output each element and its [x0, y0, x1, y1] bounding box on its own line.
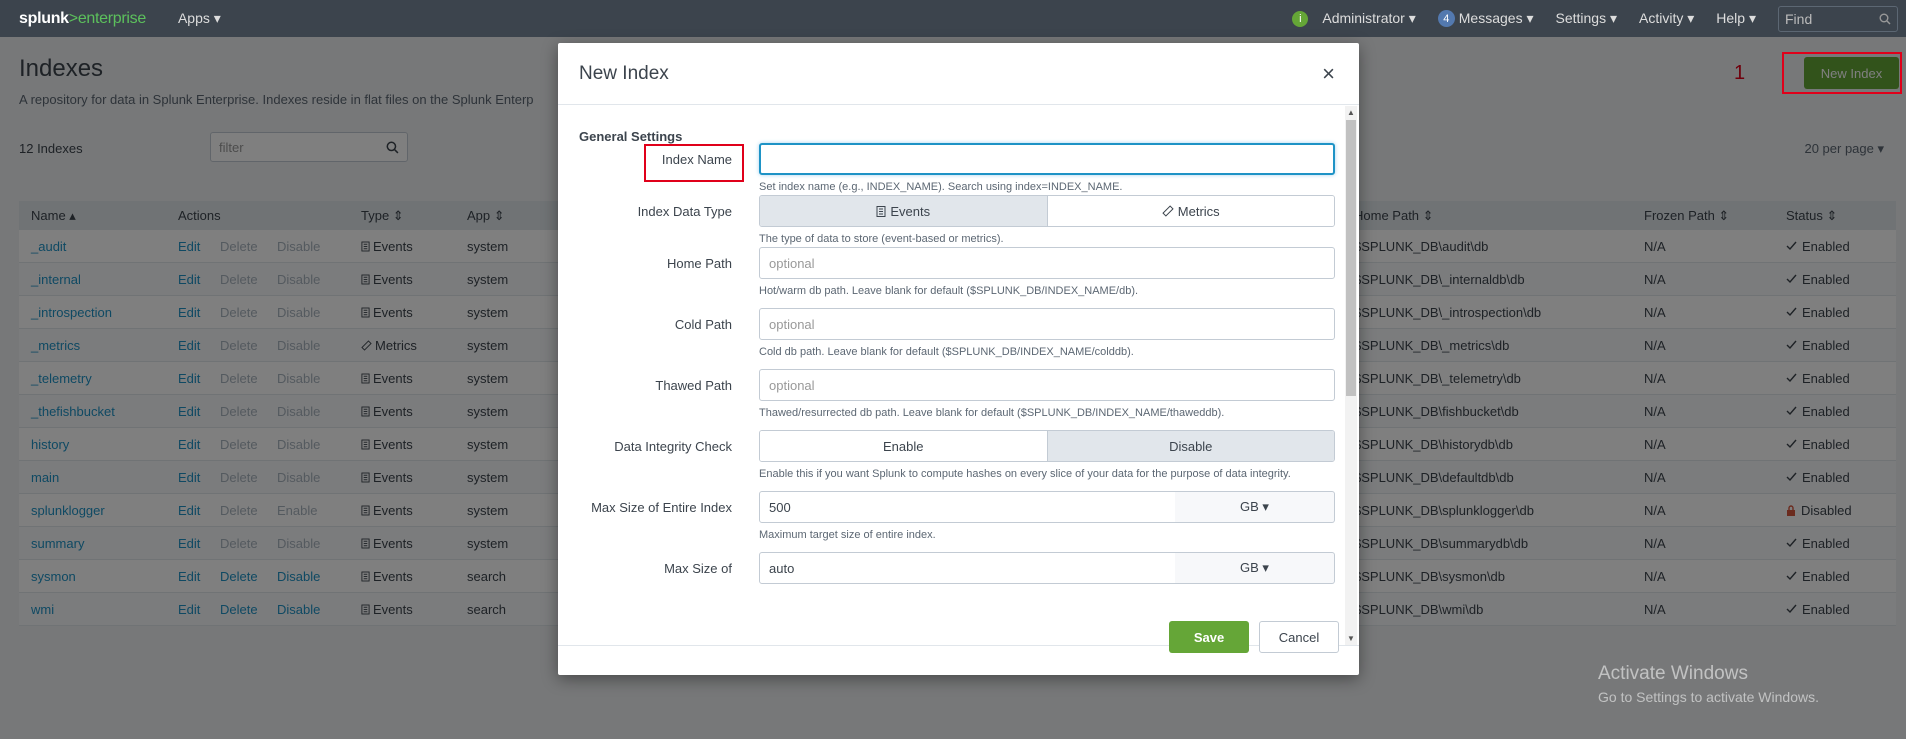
- save-button[interactable]: Save: [1169, 621, 1249, 653]
- dialog-body: General Settings Index Name Set index na…: [558, 106, 1359, 645]
- thawed-path-help: Thawed/resurrected db path. Leave blank …: [759, 407, 1225, 419]
- close-icon[interactable]: ×: [1322, 61, 1335, 87]
- scroll-down-icon[interactable]: ▼: [1347, 634, 1355, 643]
- annotation-highlight-new-index: [1782, 52, 1902, 94]
- max-size-help: Maximum target size of entire index.: [759, 529, 936, 541]
- help-menu[interactable]: Help ▾: [1716, 10, 1756, 27]
- document-icon: [876, 205, 886, 217]
- max-bucket-size-label: Max Size of: [664, 561, 732, 576]
- ruler-icon: [1162, 205, 1174, 217]
- data-type-help: The type of data to store (event-based o…: [759, 233, 1004, 245]
- dialog-header: New Index ×: [558, 43, 1359, 105]
- cold-path-input[interactable]: optional: [759, 308, 1335, 340]
- max-size-label: Max Size of Entire Index: [591, 500, 732, 515]
- index-name-help: Set index name (e.g., INDEX_NAME). Searc…: [759, 181, 1123, 193]
- home-path-input[interactable]: optional: [759, 247, 1335, 279]
- cold-path-help: Cold db path. Leave blank for default ($…: [759, 346, 1134, 358]
- search-icon: [1879, 13, 1891, 24]
- data-type-metrics-option[interactable]: Metrics: [1047, 196, 1334, 226]
- section-title: General Settings: [579, 129, 683, 144]
- events-label: Events: [890, 203, 931, 219]
- settings-menu[interactable]: Settings ▾: [1556, 10, 1618, 27]
- brand-product: enterprise: [77, 9, 146, 27]
- integrity-disable-option[interactable]: Disable: [1047, 431, 1334, 461]
- max-bucket-size-input[interactable]: auto: [759, 552, 1176, 584]
- max-size-input[interactable]: 500: [759, 491, 1176, 523]
- cancel-button[interactable]: Cancel: [1259, 621, 1339, 653]
- info-icon: i: [1292, 10, 1309, 27]
- messages-count-badge: 4: [1437, 10, 1455, 27]
- messages-menu[interactable]: 4 Messages ▾: [1437, 10, 1534, 27]
- integrity-enable-option[interactable]: Enable: [760, 431, 1048, 461]
- thawed-path-label: Thawed Path: [655, 378, 732, 393]
- scroll-up-icon[interactable]: ▲: [1347, 108, 1355, 117]
- thawed-path-input[interactable]: optional: [759, 369, 1335, 401]
- integrity-label: Data Integrity Check: [614, 439, 732, 454]
- index-name-input[interactable]: [759, 143, 1335, 175]
- activate-windows-subtitle: Go to Settings to activate Windows.: [1598, 689, 1819, 705]
- find-input[interactable]: Find: [1778, 5, 1898, 32]
- top-nav-bar: splunk>enterprise Apps ▾ i Administrator…: [0, 0, 1906, 37]
- scrollbar-thumb[interactable]: [1346, 120, 1356, 396]
- home-path-label: Home Path: [666, 256, 732, 271]
- top-right-menu: i Administrator ▾ 4 Messages ▾ Settings …: [1292, 0, 1906, 37]
- activity-menu[interactable]: Activity ▾: [1639, 10, 1694, 27]
- messages-label: Messages ▾: [1458, 10, 1534, 26]
- max-size-unit-select[interactable]: GB ▾: [1175, 491, 1335, 523]
- new-index-dialog: New Index × General Settings Index Name …: [558, 43, 1359, 675]
- home-path-help: Hot/warm db path. Leave blank for defaul…: [759, 285, 1139, 297]
- index-name-label: Index Name: [661, 152, 732, 167]
- cold-path-label: Cold Path: [674, 317, 732, 332]
- apps-menu[interactable]: Apps ▾: [178, 10, 221, 27]
- find-placeholder: Find: [1785, 10, 1813, 27]
- user-menu[interactable]: Administrator ▾: [1322, 10, 1415, 27]
- max-bucket-size-unit-select[interactable]: GB ▾: [1175, 552, 1335, 584]
- brand-separator: >: [68, 9, 78, 27]
- data-type-toggle: Events Metrics: [759, 195, 1335, 227]
- integrity-help: Enable this if you want Splunk to comput…: [759, 468, 1291, 480]
- data-type-label: Index Data Type: [637, 204, 732, 219]
- activate-windows-title: Activate Windows: [1598, 663, 1748, 684]
- data-type-events-option[interactable]: Events: [760, 196, 1048, 226]
- brand-text: splunk: [19, 9, 69, 27]
- metrics-label: Metrics: [1177, 203, 1220, 219]
- integrity-toggle: Enable Disable: [759, 430, 1335, 462]
- dialog-title: New Index: [579, 63, 669, 84]
- splunk-logo[interactable]: splunk>enterprise: [19, 10, 146, 28]
- dialog-scrollbar[interactable]: ▲ ▼: [1345, 106, 1357, 645]
